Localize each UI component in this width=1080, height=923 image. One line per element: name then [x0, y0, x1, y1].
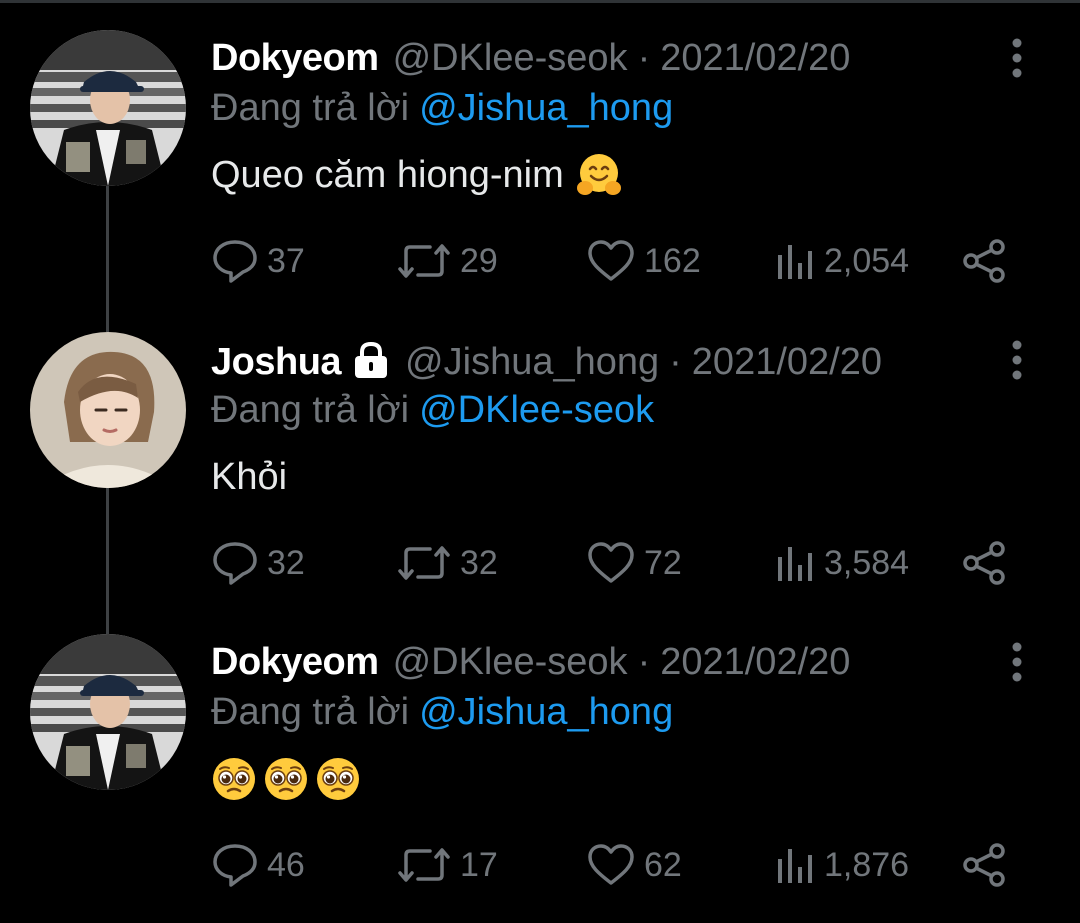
replying-to-label: Đang trả lời: [211, 389, 410, 431]
tweet-actions: 32 32 72 3,584: [211, 538, 1011, 588]
views-button[interactable]: 3,584: [774, 538, 909, 588]
reply-button[interactable]: 32: [211, 538, 305, 588]
share-button[interactable]: [961, 840, 1015, 890]
tweet-date[interactable]: 2021/02/20: [660, 36, 850, 80]
replying-to-handle[interactable]: @Jishua_hong: [419, 87, 673, 129]
retweet-icon: [398, 546, 450, 580]
views-button[interactable]: 2,054: [774, 236, 909, 286]
emoji-row: [211, 756, 361, 802]
display-name[interactable]: Joshua: [211, 340, 342, 384]
reply-button[interactable]: 37: [211, 236, 305, 286]
reply-count: 46: [267, 845, 305, 884]
share-button[interactable]: [961, 538, 1015, 588]
retweet-icon: [398, 244, 450, 278]
display-name[interactable]: Dokyeom: [211, 640, 379, 684]
share-icon: [963, 843, 1005, 887]
like-count: 62: [644, 845, 682, 884]
replying-to-handle[interactable]: @Jishua_hong: [419, 691, 673, 733]
avatar-dokyeom: [30, 634, 186, 790]
pleading-face-emoji: [317, 758, 359, 800]
user-handle[interactable]: @Jishua_hong: [405, 340, 659, 384]
replying-to-label: Đang trả lời: [211, 87, 410, 129]
tweet-header: Dokyeom @DKlee-seok · 2021/02/20: [211, 640, 850, 684]
avatar[interactable]: [30, 634, 186, 790]
heart-icon: [588, 240, 634, 281]
avatar[interactable]: [30, 30, 186, 186]
retweet-button[interactable]: 32: [396, 538, 498, 588]
replying-to-label: Đang trả lời: [211, 691, 410, 733]
reply-icon: [213, 542, 257, 585]
heart-icon: [588, 844, 634, 885]
tweet[interactable]: Joshua @Jishua_hong · 2021/02/20 Đang tr…: [0, 302, 1080, 602]
replying-to: Đang trả lời @Jishua_hong: [211, 86, 673, 130]
tweet-text: Khỏi: [211, 454, 287, 500]
tweet-text-body: Queo căm hiong-nim: [211, 154, 564, 196]
user-handle[interactable]: @DKlee-seok: [393, 36, 628, 80]
retweet-button[interactable]: 17: [396, 840, 498, 890]
like-button[interactable]: 162: [586, 236, 701, 286]
heart-icon: [588, 542, 634, 583]
retweet-count: 32: [460, 543, 498, 582]
reply-icon: [213, 240, 257, 283]
separator-dot: ·: [637, 641, 651, 683]
tweet-text: [211, 756, 361, 802]
like-button[interactable]: 72: [586, 538, 682, 588]
hugging-face-emoji: [576, 154, 621, 195]
reply-count: 37: [267, 241, 305, 280]
tweet-date[interactable]: 2021/02/20: [692, 340, 882, 384]
like-count: 72: [644, 543, 682, 582]
tweet-text-body: Khỏi: [211, 456, 288, 498]
separator-dot: ·: [637, 37, 651, 79]
user-handle[interactable]: @DKlee-seok: [393, 640, 628, 684]
replying-to-handle[interactable]: @DKlee-seok: [419, 389, 654, 431]
share-icon: [963, 541, 1005, 585]
views-count: 1,876: [824, 845, 910, 884]
retweet-icon: [398, 848, 450, 882]
more-options-icon[interactable]: [1004, 642, 1030, 682]
views-count: 2,054: [824, 241, 910, 280]
tweet[interactable]: Dokyeom @DKlee-seok · 2021/02/20 Đang tr…: [0, 0, 1080, 300]
display-name[interactable]: Dokyeom: [211, 36, 379, 80]
avatar-dokyeom: [30, 30, 186, 186]
replying-to: Đang trả lời @Jishua_hong: [211, 690, 673, 734]
reply-button[interactable]: 46: [211, 840, 305, 890]
pleading-face-emoji: [265, 758, 307, 800]
analytics-icon: [778, 245, 812, 279]
analytics-icon: [778, 547, 812, 581]
share-icon: [963, 239, 1005, 283]
reply-count: 32: [267, 543, 305, 582]
replying-to: Đang trả lời @DKlee-seok: [211, 388, 654, 432]
more-options-icon[interactable]: [1004, 38, 1030, 78]
retweet-count: 17: [460, 845, 498, 884]
tweet-actions: 37 29 162 2,054: [211, 236, 1011, 286]
like-button[interactable]: 62: [586, 840, 682, 890]
tweet-header: Joshua @Jishua_hong · 2021/02/20: [211, 338, 882, 384]
tweet-header: Dokyeom @DKlee-seok · 2021/02/20: [211, 36, 850, 80]
avatar[interactable]: [30, 332, 186, 488]
separator-dot: ·: [669, 341, 682, 383]
tweet-text: Queo căm hiong-nim: [211, 152, 622, 198]
reply-icon: [213, 844, 257, 887]
pleading-face-emoji: [213, 758, 255, 800]
retweet-button[interactable]: 29: [396, 236, 498, 286]
like-count: 162: [644, 241, 701, 280]
tweet[interactable]: Dokyeom @DKlee-seok · 2021/02/20 Đang tr…: [0, 604, 1080, 904]
more-options-icon[interactable]: [1004, 340, 1030, 380]
lock-icon: [355, 342, 388, 378]
retweet-count: 29: [460, 241, 498, 280]
avatar-joshua: [30, 332, 186, 488]
share-button[interactable]: [961, 236, 1015, 286]
analytics-icon: [778, 849, 812, 883]
views-count: 3,584: [824, 543, 910, 582]
tweet-date[interactable]: 2021/02/20: [660, 640, 850, 684]
tweet-actions: 46 17 62 1,876: [211, 840, 1011, 890]
views-button[interactable]: 1,876: [774, 840, 909, 890]
